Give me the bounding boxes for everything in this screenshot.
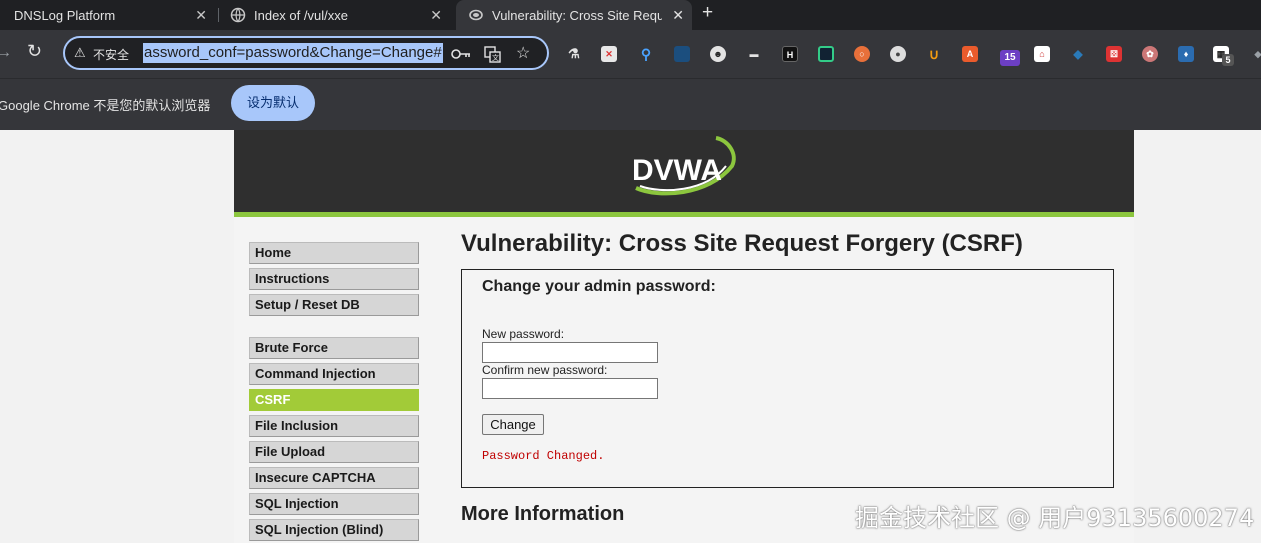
menu-instructions[interactable]: Instructions	[249, 268, 419, 290]
tab-dvwa-csrf[interactable]: Vulnerability: Cross Site Requ ✕	[456, 0, 692, 30]
menu-file-inclusion[interactable]: File Inclusion	[249, 415, 419, 437]
tab-dnslog[interactable]: DNSLog Platform ✕	[0, 0, 215, 30]
puzzle-extension-icon[interactable]: ♦	[1178, 46, 1194, 62]
tab-title: Vulnerability: Cross Site Requ	[492, 7, 662, 23]
pin-extension-icon[interactable]: ⚲	[638, 46, 654, 62]
warning-icon[interactable]: ⚠	[74, 45, 86, 61]
h-extension-icon[interactable]: H	[782, 46, 798, 62]
confirm-password-input[interactable]	[482, 378, 658, 399]
menu-sql-injection-blind[interactable]: SQL Injection (Blind)	[249, 519, 419, 541]
tab-title: Index of /vul/xxe	[254, 7, 348, 23]
url-text[interactable]: assword_conf=password&Change=Change#	[143, 43, 443, 63]
grid-extension-badge[interactable]: 15	[1000, 50, 1020, 66]
menu-home[interactable]: Home	[249, 242, 419, 264]
tab-strip: DNSLog Platform ✕ Index of /vul/xxe ✕ Vu…	[0, 0, 1261, 30]
red-x-extension-icon[interactable]: ✕	[601, 46, 617, 62]
menu-command-injection[interactable]: Command Injection	[249, 363, 419, 385]
svg-text:文: 文	[492, 53, 499, 62]
house-extension-icon[interactable]: ⌂	[1034, 46, 1050, 62]
menu-brute-force[interactable]: Brute Force	[249, 337, 419, 359]
hat-extension-icon[interactable]: ▬	[746, 46, 762, 62]
cloud-extension-icon[interactable]	[674, 46, 690, 62]
result-message: Password Changed.	[482, 449, 605, 463]
tab-title: DNSLog Platform	[14, 7, 116, 23]
dice-extension-icon[interactable]: ⚄	[1106, 46, 1122, 62]
new-password-input[interactable]	[482, 342, 658, 363]
translate-icon[interactable]: 文	[484, 46, 501, 63]
reload-icon[interactable]: ↻	[27, 41, 42, 62]
globe-icon	[230, 7, 246, 23]
dvwa-logo-text: DVWA	[632, 154, 722, 187]
confirm-password-label: Confirm new password:	[482, 363, 608, 377]
page-title: Vulnerability: Cross Site Request Forger…	[461, 230, 1023, 257]
password-key-icon[interactable]	[451, 48, 471, 60]
bookmark-star-icon[interactable]: ☆	[516, 43, 530, 63]
flask-extension-icon[interactable]: ⚗	[566, 46, 582, 62]
extensions-overflow-icon[interactable]: ◆	[1250, 46, 1261, 62]
address-bar[interactable]: ⚠ 不安全 assword_conf=password&Change=Chang…	[63, 36, 549, 70]
form-heading: Change your admin password:	[482, 278, 716, 295]
default-browser-infobar: Google Chrome 不是您的默认浏览器 设为默认	[0, 78, 1261, 130]
orange-ring-extension-icon[interactable]: ○	[854, 46, 870, 62]
tab-close-icon[interactable]: ✕	[672, 7, 684, 24]
tab-index-vul-xxe[interactable]: Index of /vul/xxe ✕	[218, 0, 450, 30]
security-label[interactable]: 不安全	[93, 46, 129, 63]
tab-close-icon[interactable]: ✕	[195, 7, 207, 24]
tab-close-icon[interactable]: ✕	[430, 7, 442, 24]
cookie-extension-icon[interactable]: ✿	[1142, 46, 1158, 62]
new-password-label: New password:	[482, 327, 565, 341]
more-information-heading: More Information	[461, 503, 625, 525]
new-tab-icon[interactable]: +	[702, 2, 713, 24]
menu-setup-reset-db[interactable]: Setup / Reset DB	[249, 294, 419, 316]
set-default-button[interactable]: 设为默认	[231, 85, 315, 121]
qr-extension-badge: 5	[1222, 54, 1234, 66]
change-button[interactable]: Change	[482, 414, 544, 435]
u-extension-icon[interactable]: ∪	[926, 46, 942, 62]
menu-sql-injection[interactable]: SQL Injection	[249, 493, 419, 515]
square-extension-icon[interactable]	[818, 46, 834, 62]
dots-extension-icon[interactable]: ●	[890, 46, 906, 62]
forward-icon[interactable]: →	[0, 44, 12, 62]
diamond-extension-icon[interactable]: ◆	[1070, 46, 1086, 62]
watermark: 掘金技术社区 @ 用户93135600274	[855, 504, 1255, 532]
menu-csrf[interactable]: CSRF	[249, 389, 419, 411]
menu-insecure-captcha[interactable]: Insecure CAPTCHA	[249, 467, 419, 489]
menu-file-upload[interactable]: File Upload	[249, 441, 419, 463]
infobar-message: Google Chrome 不是您的默认浏览器	[0, 98, 211, 113]
dvwa-favicon-icon	[469, 9, 483, 21]
ghost-extension-icon[interactable]: ☻	[710, 46, 726, 62]
translate-a-extension-icon[interactable]: A	[962, 46, 978, 62]
dvwa-logo: DVWA	[632, 136, 736, 196]
